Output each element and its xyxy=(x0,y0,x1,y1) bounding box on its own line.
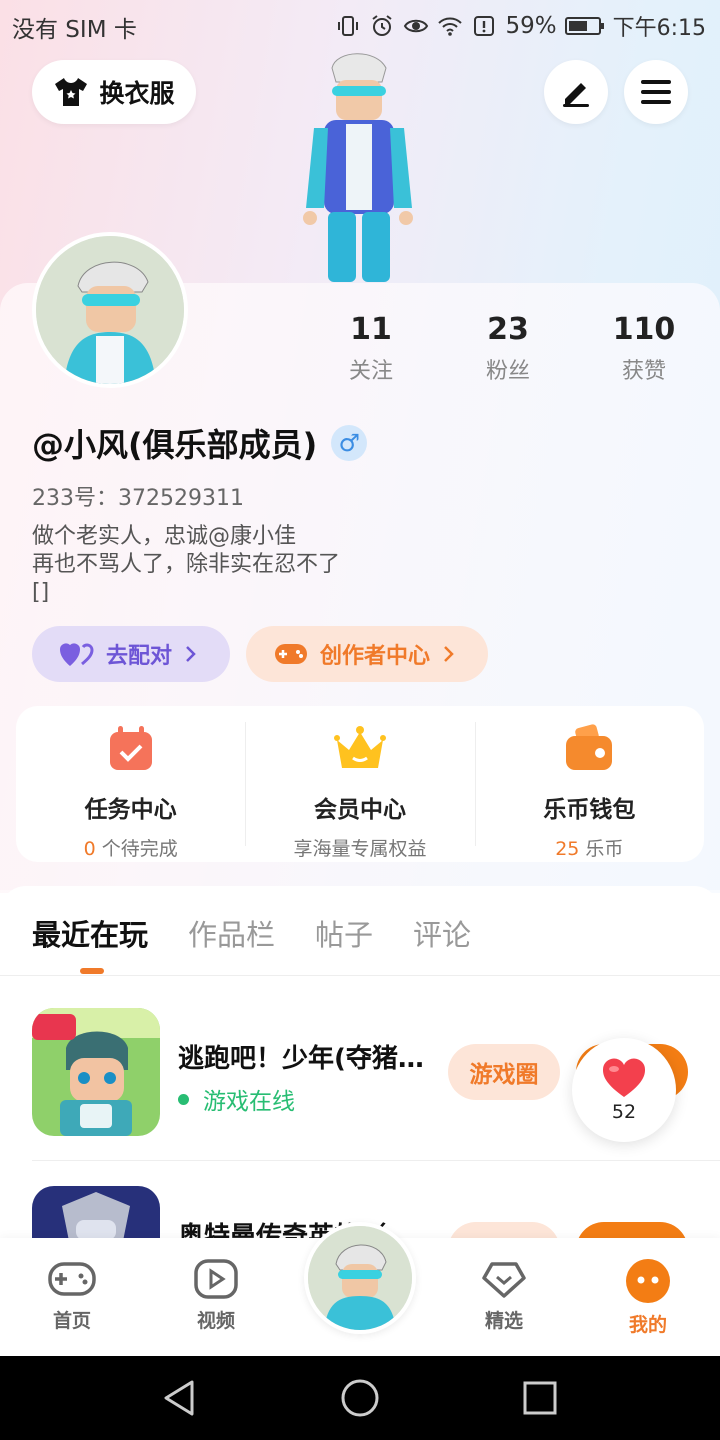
nav-home-label: 首页 xyxy=(52,1310,91,1332)
wifi-icon xyxy=(438,17,463,36)
profile-avatar[interactable] xyxy=(32,232,188,388)
user-id[interactable]: 233号：372529311 xyxy=(32,480,244,512)
task-center-subtitle: 0 个待完成 xyxy=(84,834,178,861)
avatar-3d-character[interactable] xyxy=(284,44,434,289)
recents-icon[interactable] xyxy=(518,1376,562,1420)
like-bubble[interactable]: 52 xyxy=(572,1038,676,1142)
vip-center-subtitle: 享海量专属权益 xyxy=(293,838,427,860)
hamburger-menu-icon xyxy=(641,80,671,104)
video-icon xyxy=(194,1259,238,1299)
tshirt-icon xyxy=(55,78,88,106)
status-bar: 没有 SIM 卡 59% 下午6:15 xyxy=(0,0,720,50)
stat-likes-value: 110 xyxy=(612,312,676,347)
stat-followers-label: 粉丝 xyxy=(485,359,530,384)
double-heart-icon xyxy=(60,643,94,666)
eye-icon xyxy=(404,19,429,33)
avatar-image xyxy=(308,1226,412,1330)
nav-video-label: 视频 xyxy=(196,1310,235,1332)
divider xyxy=(0,975,720,976)
battery-percent: 59% xyxy=(505,13,557,39)
task-center-title: 任务中心 xyxy=(84,797,177,823)
heart-icon xyxy=(602,1058,646,1097)
crown-icon xyxy=(333,726,386,768)
bio-line: 再也不骂人了，除非实在忍不了 xyxy=(32,552,341,577)
wallet-icon xyxy=(566,724,613,770)
nickname: @小风(俱乐部成员) xyxy=(32,426,318,464)
nav-featured-label: 精选 xyxy=(484,1310,523,1332)
chevron-right-icon xyxy=(186,646,196,662)
stat-following-value: 11 xyxy=(350,312,392,347)
nickname-row: @小风(俱乐部成员) ♂ xyxy=(32,420,368,466)
back-icon[interactable] xyxy=(158,1376,202,1420)
vip-center-title: 会员中心 xyxy=(313,797,406,823)
wallet-subtitle: 25 乐币 xyxy=(555,834,623,861)
heart-badge-icon xyxy=(482,1262,526,1298)
pending-count: 0 xyxy=(83,838,96,860)
nav-video[interactable]: 视频 xyxy=(171,1258,261,1333)
bio-line: 做个老实人，忠诚@康小佳 xyxy=(32,524,297,549)
gamepad-icon xyxy=(48,1262,96,1296)
calendar-check-icon xyxy=(109,726,152,770)
stat-likes-label: 获赞 xyxy=(621,359,666,384)
creator-center-label: 创作者中心 xyxy=(320,644,431,669)
stat-following-label: 关注 xyxy=(348,359,393,384)
male-gender-icon: ♂ xyxy=(331,425,368,461)
change-outfit-button[interactable]: 换衣服 xyxy=(32,60,196,124)
avatar-image xyxy=(36,236,184,384)
tab-comments[interactable]: 评论 xyxy=(413,912,471,954)
quick-access-panel: 任务中心 0 个待完成 会员中心 享海量专属权益 乐币钱包 25 乐币 xyxy=(16,706,704,862)
chevron-right-icon xyxy=(444,646,454,662)
battery-icon xyxy=(564,17,604,35)
tab-recently-played[interactable]: 最近在玩 xyxy=(32,912,148,954)
alarm-icon xyxy=(372,15,393,36)
nav-profile[interactable]: 我的 xyxy=(603,1258,693,1337)
stat-followers-value: 23 xyxy=(487,312,529,347)
carrier-text: 没有 SIM 卡 xyxy=(12,17,137,43)
divider xyxy=(32,1160,720,1161)
gamepad-icon xyxy=(275,644,307,664)
game-icon xyxy=(32,1008,160,1136)
active-tab-indicator xyxy=(80,968,104,974)
profile-face-icon xyxy=(626,1259,670,1303)
vibrate-icon xyxy=(338,16,359,36)
pencil-icon xyxy=(563,83,589,107)
vip-center-card[interactable]: 会员中心 享海量专属权益 xyxy=(245,706,474,862)
game-status: 游戏在线 xyxy=(178,1082,295,1116)
home-icon[interactable] xyxy=(338,1376,382,1420)
alert-icon xyxy=(474,16,495,36)
stat-followers[interactable]: 23 粉丝 xyxy=(453,312,563,385)
stat-likes[interactable]: 110 获赞 xyxy=(589,312,699,385)
creator-center-button[interactable]: 创作者中心 xyxy=(246,626,488,682)
pending-text: 个待完成 xyxy=(95,838,178,860)
bio-line: [] xyxy=(32,580,50,605)
nav-profile-label: 我的 xyxy=(628,1314,667,1336)
nav-home[interactable]: 首页 xyxy=(27,1258,117,1333)
nav-featured[interactable]: 精选 xyxy=(459,1258,549,1333)
nav-center-avatar[interactable] xyxy=(304,1222,416,1334)
game-circle-button[interactable]: 游戏圈 xyxy=(448,1044,560,1100)
change-outfit-label: 换衣服 xyxy=(99,79,175,108)
task-center-card[interactable]: 任务中心 0 个待完成 xyxy=(16,706,245,862)
coin-balance: 25 xyxy=(555,838,580,860)
game-status-label: 游戏在线 xyxy=(203,1089,295,1115)
tab-posts[interactable]: 帖子 xyxy=(315,912,373,954)
menu-button[interactable] xyxy=(624,60,688,124)
tab-works[interactable]: 作品栏 xyxy=(188,912,275,954)
wallet-card[interactable]: 乐币钱包 25 乐币 xyxy=(474,706,704,862)
online-dot-icon xyxy=(178,1093,189,1105)
content-tabs: 最近在玩 作品栏 帖子 评论 xyxy=(32,912,471,954)
edit-profile-button[interactable] xyxy=(544,60,608,124)
coin-unit: 乐币 xyxy=(579,838,624,860)
match-label: 去配对 xyxy=(106,644,173,669)
system-navigation-bar xyxy=(0,1356,720,1440)
wallet-title: 乐币钱包 xyxy=(543,797,636,823)
like-count: 52 xyxy=(611,1101,637,1123)
stat-following[interactable]: 11 关注 xyxy=(316,312,426,385)
match-button[interactable]: 去配对 xyxy=(32,626,230,682)
clock: 下午6:15 xyxy=(612,16,706,41)
game-title: 逃跑吧！少年(夺猪… xyxy=(178,1044,424,1074)
bio: 做个老实人，忠诚@康小佳 再也不骂人了，除非实在忍不了 [] xyxy=(32,523,340,607)
